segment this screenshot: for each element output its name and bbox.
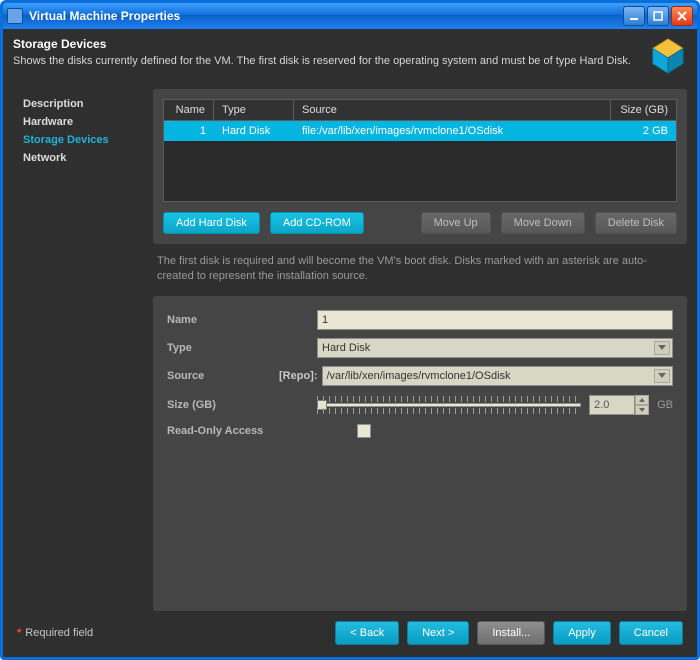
name-input[interactable] — [317, 310, 673, 330]
move-up-button[interactable]: Move Up — [421, 212, 491, 234]
content-area: Storage Devices Shows the disks currentl… — [3, 29, 697, 657]
label-size: Size (GB) — [167, 399, 317, 411]
install-button[interactable]: Install... — [477, 621, 545, 645]
panel-header: Storage Devices Shows the disks currentl… — [13, 37, 687, 75]
next-button[interactable]: Next > — [407, 621, 469, 645]
label-source: Source — [167, 370, 279, 382]
sidebar-item-storage-devices[interactable]: Storage Devices — [19, 131, 147, 149]
move-down-button[interactable]: Move Down — [501, 212, 585, 234]
table-hint: The first disk is required and will beco… — [157, 254, 683, 284]
sidebar: Description Hardware Storage Devices Net… — [13, 89, 153, 611]
table-header-row: Name Type Source Size (GB) — [164, 100, 676, 121]
titlebar[interactable]: Virtual Machine Properties — [3, 3, 697, 29]
size-unit: GB — [657, 399, 673, 411]
panel-description: Shows the disks currently defined for th… — [13, 54, 639, 68]
cancel-button[interactable]: Cancel — [619, 621, 683, 645]
size-value[interactable]: 2.0 — [589, 395, 635, 415]
size-spinner[interactable]: 2.0 — [589, 395, 649, 415]
sidebar-item-description[interactable]: Description — [19, 95, 147, 113]
app-icon — [7, 8, 23, 24]
size-slider[interactable] — [317, 394, 581, 416]
disk-table-panel: Name Type Source Size (GB) 1 Hard Disk f… — [153, 89, 687, 244]
chevron-down-icon — [654, 341, 670, 355]
close-button[interactable] — [671, 6, 693, 26]
type-select[interactable]: Hard Disk — [317, 338, 673, 358]
delete-disk-button[interactable]: Delete Disk — [595, 212, 677, 234]
col-header-name[interactable]: Name — [164, 100, 214, 120]
panel-title: Storage Devices — [13, 37, 639, 51]
spinner-up-icon[interactable] — [635, 395, 649, 405]
col-header-size[interactable]: Size (GB) — [611, 100, 676, 120]
label-name: Name — [167, 314, 317, 326]
window-frame: Virtual Machine Properties Storage Devic… — [0, 0, 700, 660]
required-field-note: *Required field — [17, 627, 327, 639]
footer: *Required field < Back Next > Install...… — [13, 611, 687, 647]
maximize-button[interactable] — [647, 6, 669, 26]
window-title: Virtual Machine Properties — [29, 9, 621, 23]
storage-icon — [649, 37, 687, 75]
type-select-value: Hard Disk — [322, 342, 370, 354]
repo-marker: [Repo]: — [279, 370, 318, 382]
label-readonly: Read-Only Access — [167, 425, 357, 437]
cell-source: file:/var/lib/xen/images/rvmclone1/OSdis… — [294, 121, 611, 141]
table-row[interactable]: 1 Hard Disk file:/var/lib/xen/images/rvm… — [164, 121, 676, 141]
spinner-down-icon[interactable] — [635, 405, 649, 415]
sidebar-item-hardware[interactable]: Hardware — [19, 113, 147, 131]
disk-table[interactable]: Name Type Source Size (GB) 1 Hard Disk f… — [163, 99, 677, 202]
cell-size: 2 GB — [611, 121, 676, 141]
chevron-down-icon — [654, 369, 670, 383]
col-header-type[interactable]: Type — [214, 100, 294, 120]
main-panel: Name Type Source Size (GB) 1 Hard Disk f… — [153, 89, 687, 611]
label-type: Type — [167, 342, 317, 354]
apply-button[interactable]: Apply — [553, 621, 611, 645]
minimize-button[interactable] — [623, 6, 645, 26]
add-hard-disk-button[interactable]: Add Hard Disk — [163, 212, 260, 234]
sidebar-item-network[interactable]: Network — [19, 149, 147, 167]
disk-form-panel: Name Type Hard Disk Source [Repo]: — [153, 296, 687, 611]
add-cdrom-button[interactable]: Add CD-ROM — [270, 212, 364, 234]
table-body: 1 Hard Disk file:/var/lib/xen/images/rvm… — [164, 121, 676, 201]
table-button-row: Add Hard Disk Add CD-ROM Move Up Move Do… — [163, 212, 677, 234]
cell-type: Hard Disk — [214, 121, 294, 141]
col-header-source[interactable]: Source — [294, 100, 611, 120]
source-select-value: /var/lib/xen/images/rvmclone1/OSdisk — [327, 370, 511, 382]
source-select[interactable]: /var/lib/xen/images/rvmclone1/OSdisk — [322, 366, 674, 386]
readonly-checkbox[interactable] — [357, 424, 371, 438]
cell-name: 1 — [164, 121, 214, 141]
back-button[interactable]: < Back — [335, 621, 399, 645]
